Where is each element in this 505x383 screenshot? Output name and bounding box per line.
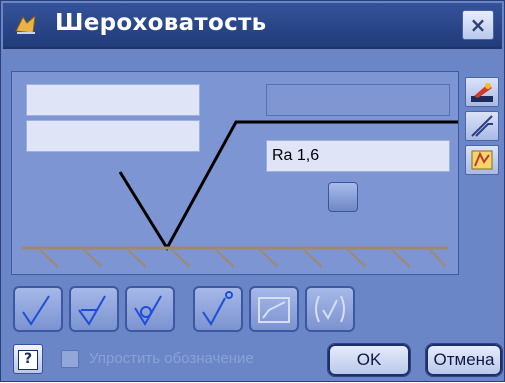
surface-basic-icon [22, 295, 50, 326]
param-input-top-left[interactable] [27, 85, 199, 115]
param-input-mid-left[interactable] [27, 121, 199, 151]
leader-line-icon [471, 115, 493, 137]
symbol-extended-button[interactable] [193, 286, 243, 332]
symbol-frame-button[interactable] [249, 286, 299, 332]
surface-unmachined-icon [134, 295, 162, 326]
symbol-unmachined-button[interactable] [125, 286, 175, 332]
dialog-footer: ? Упростить обозначение OK Отмена [1, 339, 505, 383]
close-button[interactable]: × [462, 10, 494, 40]
surface-hatching [39, 249, 447, 268]
app-icon [15, 14, 36, 34]
leader-line-button[interactable] [465, 111, 499, 141]
help-icon: ? [18, 350, 38, 370]
style-settings-button[interactable] [465, 145, 499, 175]
color-pick-button[interactable] [465, 77, 499, 107]
surface-extended-icon [202, 291, 233, 326]
surface-frame-icon [258, 297, 290, 323]
cancel-button[interactable]: Отмена [425, 343, 503, 377]
symbol-panel [11, 71, 459, 275]
param-field-top-right[interactable] [266, 84, 450, 116]
param-input-top-right[interactable] [267, 85, 449, 115]
title-bar: Шероховатость × [3, 3, 502, 49]
surface-bracket-icon [315, 295, 345, 323]
param-field-top-left[interactable] [26, 84, 200, 116]
simplify-checkbox-label: Упростить обозначение [89, 350, 254, 367]
help-button[interactable]: ? [13, 344, 43, 374]
symbol-machined-button[interactable] [69, 286, 119, 332]
roughness-value-input[interactable] [267, 141, 449, 171]
roughness-dialog: Шероховатость × Ra 1,6 ? Упростить обозн… [0, 0, 505, 382]
symbol-basic-button[interactable] [13, 286, 63, 332]
roughness-value-field[interactable] [266, 140, 450, 172]
window-title: Шероховатость [55, 10, 267, 36]
symbol-bracket-button[interactable] [305, 286, 355, 332]
simplify-checkbox[interactable] [61, 350, 79, 368]
style-settings-icon [471, 150, 493, 170]
color-pick-icon [471, 83, 493, 102]
side-toolbar [463, 71, 503, 275]
param-field-mid-left[interactable] [26, 120, 200, 152]
ok-button[interactable]: OK [327, 343, 411, 377]
surface-machined-icon [78, 295, 106, 326]
options-square-button[interactable] [328, 182, 358, 212]
